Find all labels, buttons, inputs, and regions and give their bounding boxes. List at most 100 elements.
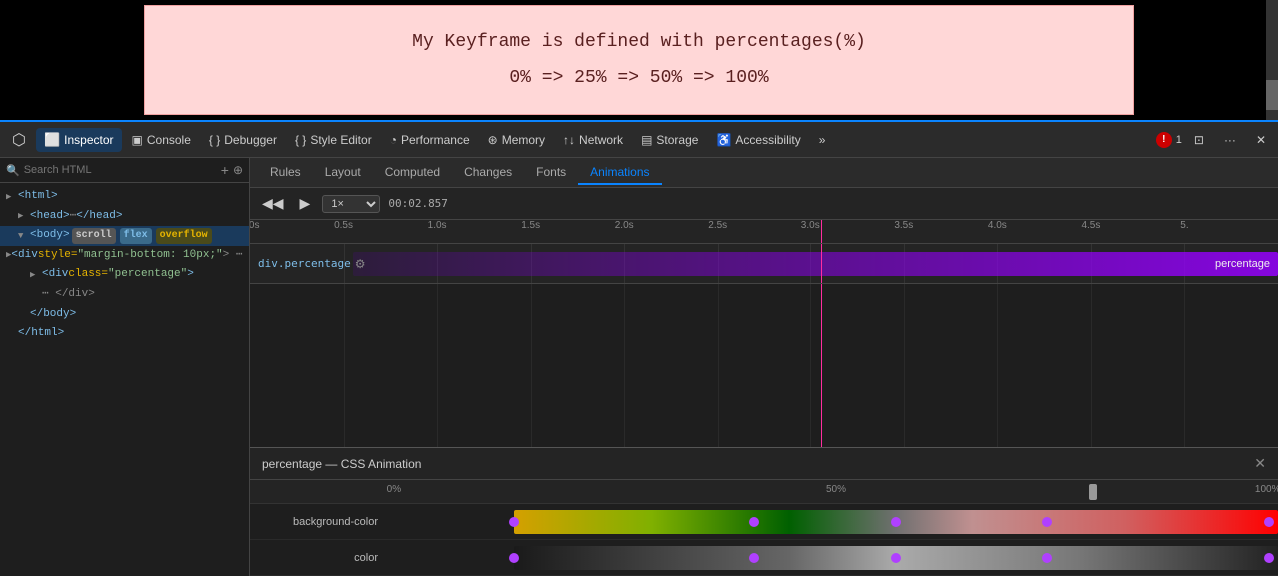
tree-node-div2-close[interactable]: ⋯ </div> [0, 285, 249, 305]
tree-toggle-body[interactable]: ▼ [18, 229, 30, 243]
responsive-design-button[interactable]: ⊡ [1186, 129, 1212, 151]
tab-inspector[interactable]: ⬜ Inspector [36, 128, 122, 152]
toolbar-right: ! 1 ⊡ ··· ✕ [1156, 129, 1274, 151]
tree-node-head[interactable]: ▶ <head> ⋯ </head> [0, 207, 249, 227]
timeline-ruler: 0.0s 0.5s 1.0s 1.5s 2.0s 2.5s 3.0s 3.5s … [250, 220, 1278, 243]
tree-node-div1[interactable]: ▶ <div style= "margin-bottom: 10px;" > ⋯… [0, 246, 249, 266]
preview-area: My Keyframe is defined with percentages(… [0, 0, 1278, 120]
ruler-15s: 1.5s [521, 220, 540, 231]
tree-node-body-close[interactable]: </body> [0, 305, 249, 325]
bg-color-dot-1[interactable] [749, 517, 759, 527]
tree-node-html-close[interactable]: </html> [0, 324, 249, 344]
bg-color-dot-0[interactable] [509, 517, 519, 527]
tree-toggle-head[interactable]: ▶ [18, 209, 30, 223]
preview-scrollbar-thumb[interactable] [1266, 80, 1278, 110]
tab-network[interactable]: ↑↓ Network [555, 129, 631, 151]
kf-ruler-100: 100% [1255, 484, 1278, 495]
color-dot-0[interactable] [509, 553, 519, 563]
add-node-button[interactable]: + [221, 162, 229, 178]
color-dot-1[interactable] [749, 553, 759, 563]
prop-row-color: color [250, 540, 1278, 576]
tab-animations[interactable]: Animations [578, 161, 661, 185]
sub-tabs: Rules Layout Computed Changes Fonts Anim… [250, 158, 1278, 188]
speed-select[interactable]: 1× 0.25× 0.5× 2× [322, 195, 380, 213]
kf-ruler-50: 50% [826, 484, 846, 495]
storage-icon: ▤ [641, 133, 652, 147]
devtools-toolbar: ⬡ ⬜ Inspector ▣ Console { } Debugger { }… [0, 120, 1278, 158]
tree-toggle-html[interactable]: ▶ [6, 190, 18, 204]
error-icon: ! [1162, 134, 1165, 145]
close-detail-button[interactable]: ✕ [1254, 455, 1266, 472]
bg-color-dot-3[interactable] [1042, 517, 1052, 527]
play-button[interactable]: ▶ [296, 193, 315, 214]
ruler-3s: 3.0s [801, 220, 820, 231]
tree-node-div2[interactable]: ▶ <div class= "percentage" > [0, 265, 249, 285]
bg-color-dot-2[interactable] [891, 517, 901, 527]
rewind-icon: ◀◀ [262, 195, 284, 212]
close-devtools-button[interactable]: ✕ [1248, 129, 1274, 151]
badge-flex[interactable]: flex [120, 228, 152, 244]
track-element-label: div.percentage ⚙ [258, 257, 365, 271]
prop-bg-color-label: background-color [250, 516, 390, 528]
tab-performance[interactable]: ◔ Performance [382, 129, 478, 151]
tree-toggle-div2[interactable]: ▶ [30, 268, 42, 282]
tab-memory[interactable]: ⊛ Memory [480, 129, 553, 151]
tab-console[interactable]: ▣ Console [124, 129, 199, 151]
tab-debugger[interactable]: { } Debugger [201, 129, 285, 151]
preview-line2: 0% => 25% => 50% => 100% [509, 60, 768, 96]
tab-fonts[interactable]: Fonts [524, 161, 578, 185]
detail-panel: percentage — CSS Animation ✕ 0% 50% 100%… [250, 447, 1278, 576]
cursor-icon: ⬡ [12, 130, 26, 150]
tab-rules[interactable]: Rules [258, 161, 313, 185]
timeline-ruler-container: 0.0s 0.5s 1.0s 1.5s 2.0s 2.5s 3.0s 3.5s … [250, 220, 1278, 244]
options-button[interactable]: ··· [1216, 129, 1244, 151]
ruler-1s: 1.0s [428, 220, 447, 231]
tab-accessibility[interactable]: ♿ Accessibility [708, 129, 808, 151]
element-label-text: div.percentage [258, 257, 351, 270]
ruler-25s: 2.5s [708, 220, 727, 231]
accessibility-icon: ♿ [716, 133, 731, 147]
anim-controls: ◀◀ ▶ 1× 0.25× 0.5× 2× 00:02.857 [250, 188, 1278, 220]
badge-scroll[interactable]: scroll [72, 228, 116, 244]
debugger-icon: { } [209, 133, 220, 147]
preview-scrollbar[interactable] [1266, 0, 1278, 120]
animation-name-label: percentage [1215, 258, 1270, 270]
timeline-area: 0.0s 0.5s 1.0s 1.5s 2.0s 2.5s 3.0s 3.5s … [250, 220, 1278, 576]
track-bar-area: div.percentage ⚙ percentage [250, 244, 1278, 283]
rewind-button[interactable]: ◀◀ [258, 193, 288, 214]
inspector-icon: ⬜ [44, 132, 60, 148]
tab-changes[interactable]: Changes [452, 161, 524, 185]
animation-bar[interactable]: percentage [353, 252, 1278, 276]
main-layout: 🔍 + ⊕ ▶ <html> ▶ <head> ⋯ </head> ▼ [0, 158, 1278, 576]
pick-button[interactable]: ⬡ [4, 126, 34, 154]
ruler-2s: 2.0s [615, 220, 634, 231]
tab-storage[interactable]: ▤ Storage [633, 129, 706, 151]
gear-icon[interactable]: ⚙ [355, 257, 366, 271]
badge-overflow[interactable]: overflow [156, 228, 212, 244]
preview-line1: My Keyframe is defined with percentages(… [412, 24, 866, 60]
close-icon: ✕ [1256, 133, 1266, 147]
color-dot-4[interactable] [1264, 553, 1274, 563]
tab-computed[interactable]: Computed [373, 161, 452, 185]
performance-icon: ◔ [390, 133, 397, 147]
style-editor-icon: { } [295, 133, 306, 147]
html-search-bar: 🔍 + ⊕ [0, 158, 249, 183]
error-count: 1 [1176, 134, 1182, 146]
network-icon: ↑↓ [563, 133, 575, 147]
detail-title: percentage — CSS Animation [262, 457, 421, 471]
tab-style-editor[interactable]: { } Style Editor [287, 129, 380, 151]
keyframe-scrubber[interactable] [1089, 484, 1097, 500]
more-tools-button[interactable]: » [811, 129, 834, 151]
bg-color-dot-4[interactable] [1264, 517, 1274, 527]
time-display: 00:02.857 [388, 197, 448, 210]
pick-element-button[interactable]: ⊕ [233, 163, 243, 177]
tree-node-html[interactable]: ▶ <html> [0, 187, 249, 207]
color-dot-3[interactable] [1042, 553, 1052, 563]
detail-header: percentage — CSS Animation ✕ [250, 448, 1278, 480]
tab-layout[interactable]: Layout [313, 161, 373, 185]
tree-node-body[interactable]: ▼ <body> scroll flex overflow [0, 226, 249, 246]
timeline-cursor-empty [821, 284, 822, 447]
color-dot-2[interactable] [891, 553, 901, 563]
ruler-5s: 5. [1180, 220, 1188, 231]
search-html-input[interactable] [24, 164, 217, 176]
